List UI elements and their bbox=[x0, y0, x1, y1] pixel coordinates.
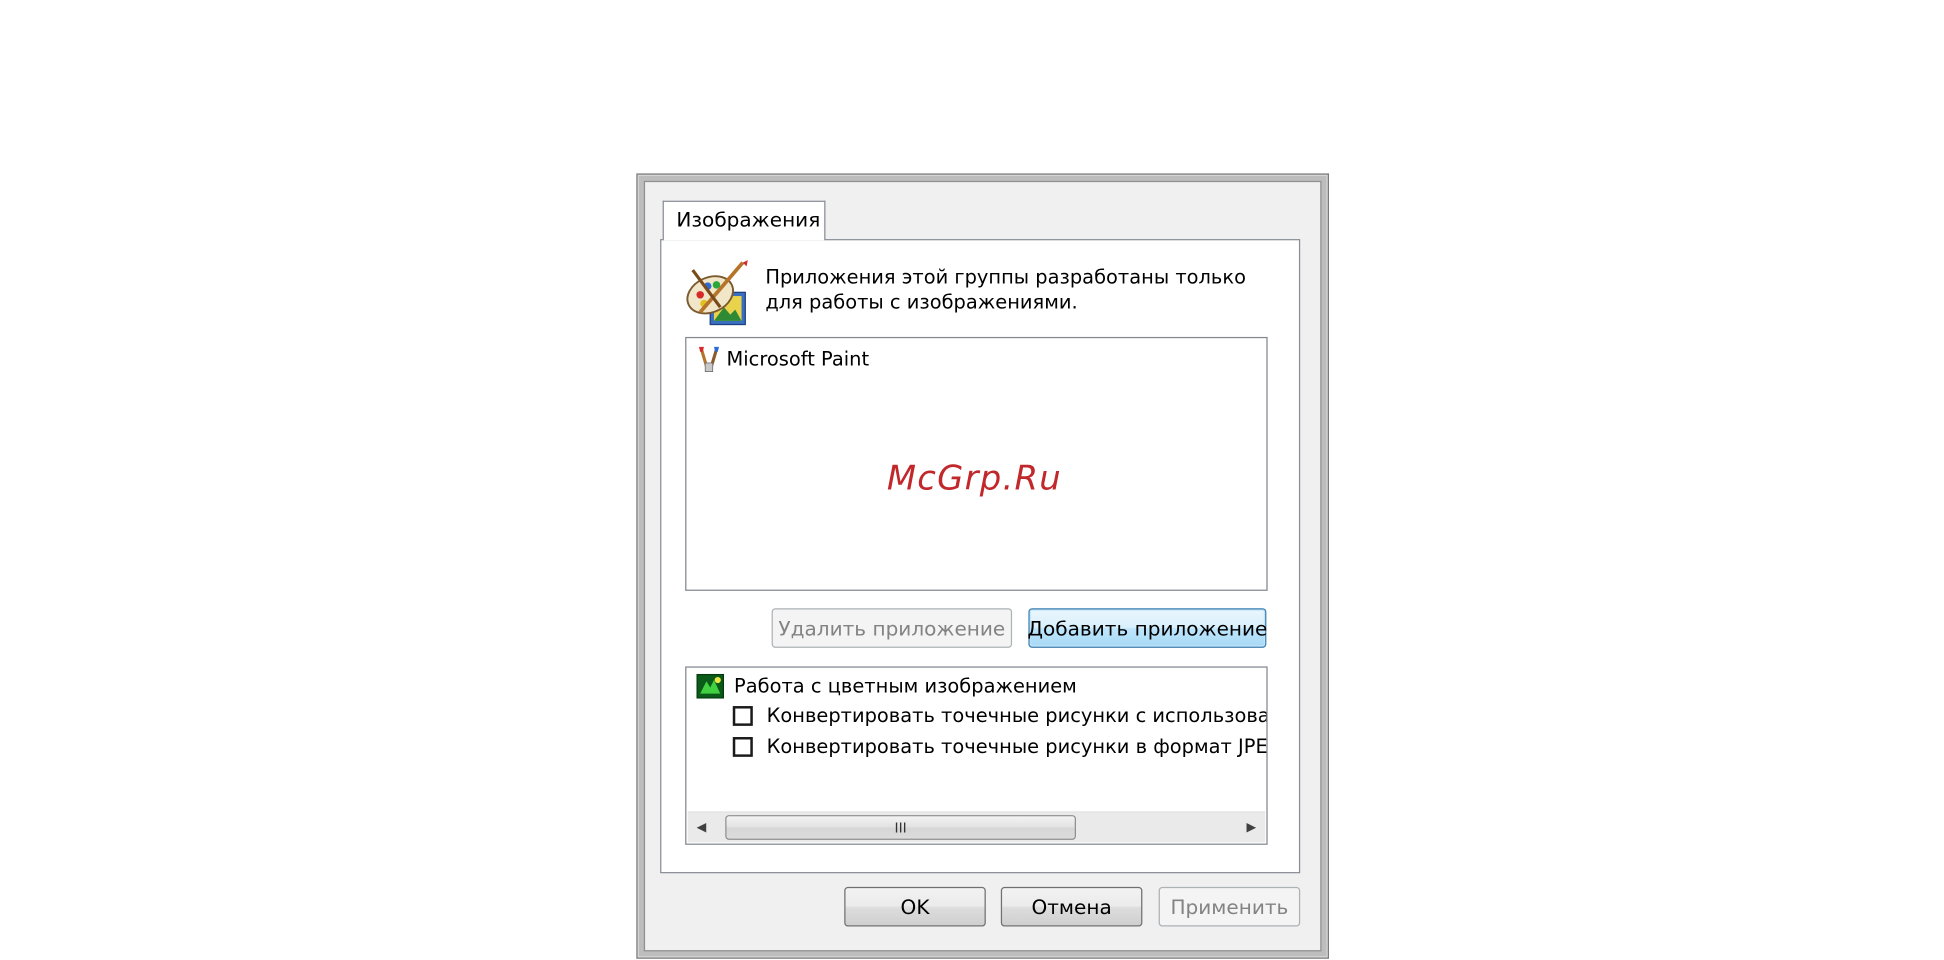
ok-label: OK bbox=[900, 894, 930, 919]
horizontal-scrollbar[interactable]: ◀ III ▶ bbox=[687, 811, 1266, 843]
scrollbar-thumb[interactable]: III bbox=[725, 815, 1076, 840]
image-apps-icon bbox=[686, 260, 748, 326]
scroll-right-icon[interactable]: ▶ bbox=[1238, 813, 1266, 843]
paint-brushes-icon bbox=[698, 346, 719, 372]
cancel-label: Отмена bbox=[1031, 894, 1112, 919]
add-application-label: Добавить приложение bbox=[1027, 616, 1268, 640]
option-checkbox-1[interactable] bbox=[732, 706, 753, 726]
description-line-1: Приложения этой группы разработаны тольк… bbox=[765, 266, 1246, 289]
option-label-1: Конвертировать точечные рисунки с исполь… bbox=[766, 704, 1268, 728]
cancel-button[interactable]: Отмена bbox=[1000, 886, 1143, 927]
color-image-group[interactable]: Работа с цветным изображением bbox=[696, 673, 1077, 700]
color-image-group-label: Работа с цветным изображением bbox=[734, 675, 1077, 698]
color-image-icon bbox=[696, 673, 725, 699]
option-checkbox-2[interactable] bbox=[732, 737, 753, 757]
add-application-button[interactable]: Добавить приложение bbox=[1027, 608, 1268, 648]
remove-application-button[interactable]: Удалить приложение bbox=[771, 608, 1013, 648]
description-line-2: для работы с изображениями. bbox=[765, 291, 1078, 314]
option-label-2: Конвертировать точечные рисунки в формат… bbox=[766, 735, 1268, 759]
options-tree[interactable]: Работа с цветным изображением Конвертиро… bbox=[685, 666, 1268, 845]
scrollbar-grip: III bbox=[894, 819, 907, 836]
apply-button[interactable]: Применить bbox=[1158, 886, 1301, 927]
ok-button[interactable]: OK bbox=[844, 886, 986, 927]
list-item-microsoft-paint[interactable]: Microsoft Paint bbox=[696, 346, 869, 373]
tab-images-label: Изображения bbox=[676, 208, 821, 232]
remove-application-label: Удалить приложение bbox=[778, 616, 1006, 640]
list-item-label: Microsoft Paint bbox=[726, 348, 870, 371]
apply-label: Применить bbox=[1170, 894, 1289, 919]
option-convert-bitmaps-jpeg[interactable]: Конвертировать точечные рисунки в формат… bbox=[732, 733, 1268, 760]
tab-images[interactable]: Изображения bbox=[662, 200, 826, 241]
scroll-left-icon[interactable]: ◀ bbox=[688, 813, 716, 843]
applications-list[interactable]: Microsoft Paint McGrp.Ru bbox=[685, 336, 1268, 591]
option-convert-bitmaps-with[interactable]: Конвертировать точечные рисунки с исполь… bbox=[732, 702, 1268, 729]
watermark-text: McGrp.Ru bbox=[886, 459, 1062, 498]
description-text: Приложения этой группы разработаны тольк… bbox=[765, 265, 1266, 315]
